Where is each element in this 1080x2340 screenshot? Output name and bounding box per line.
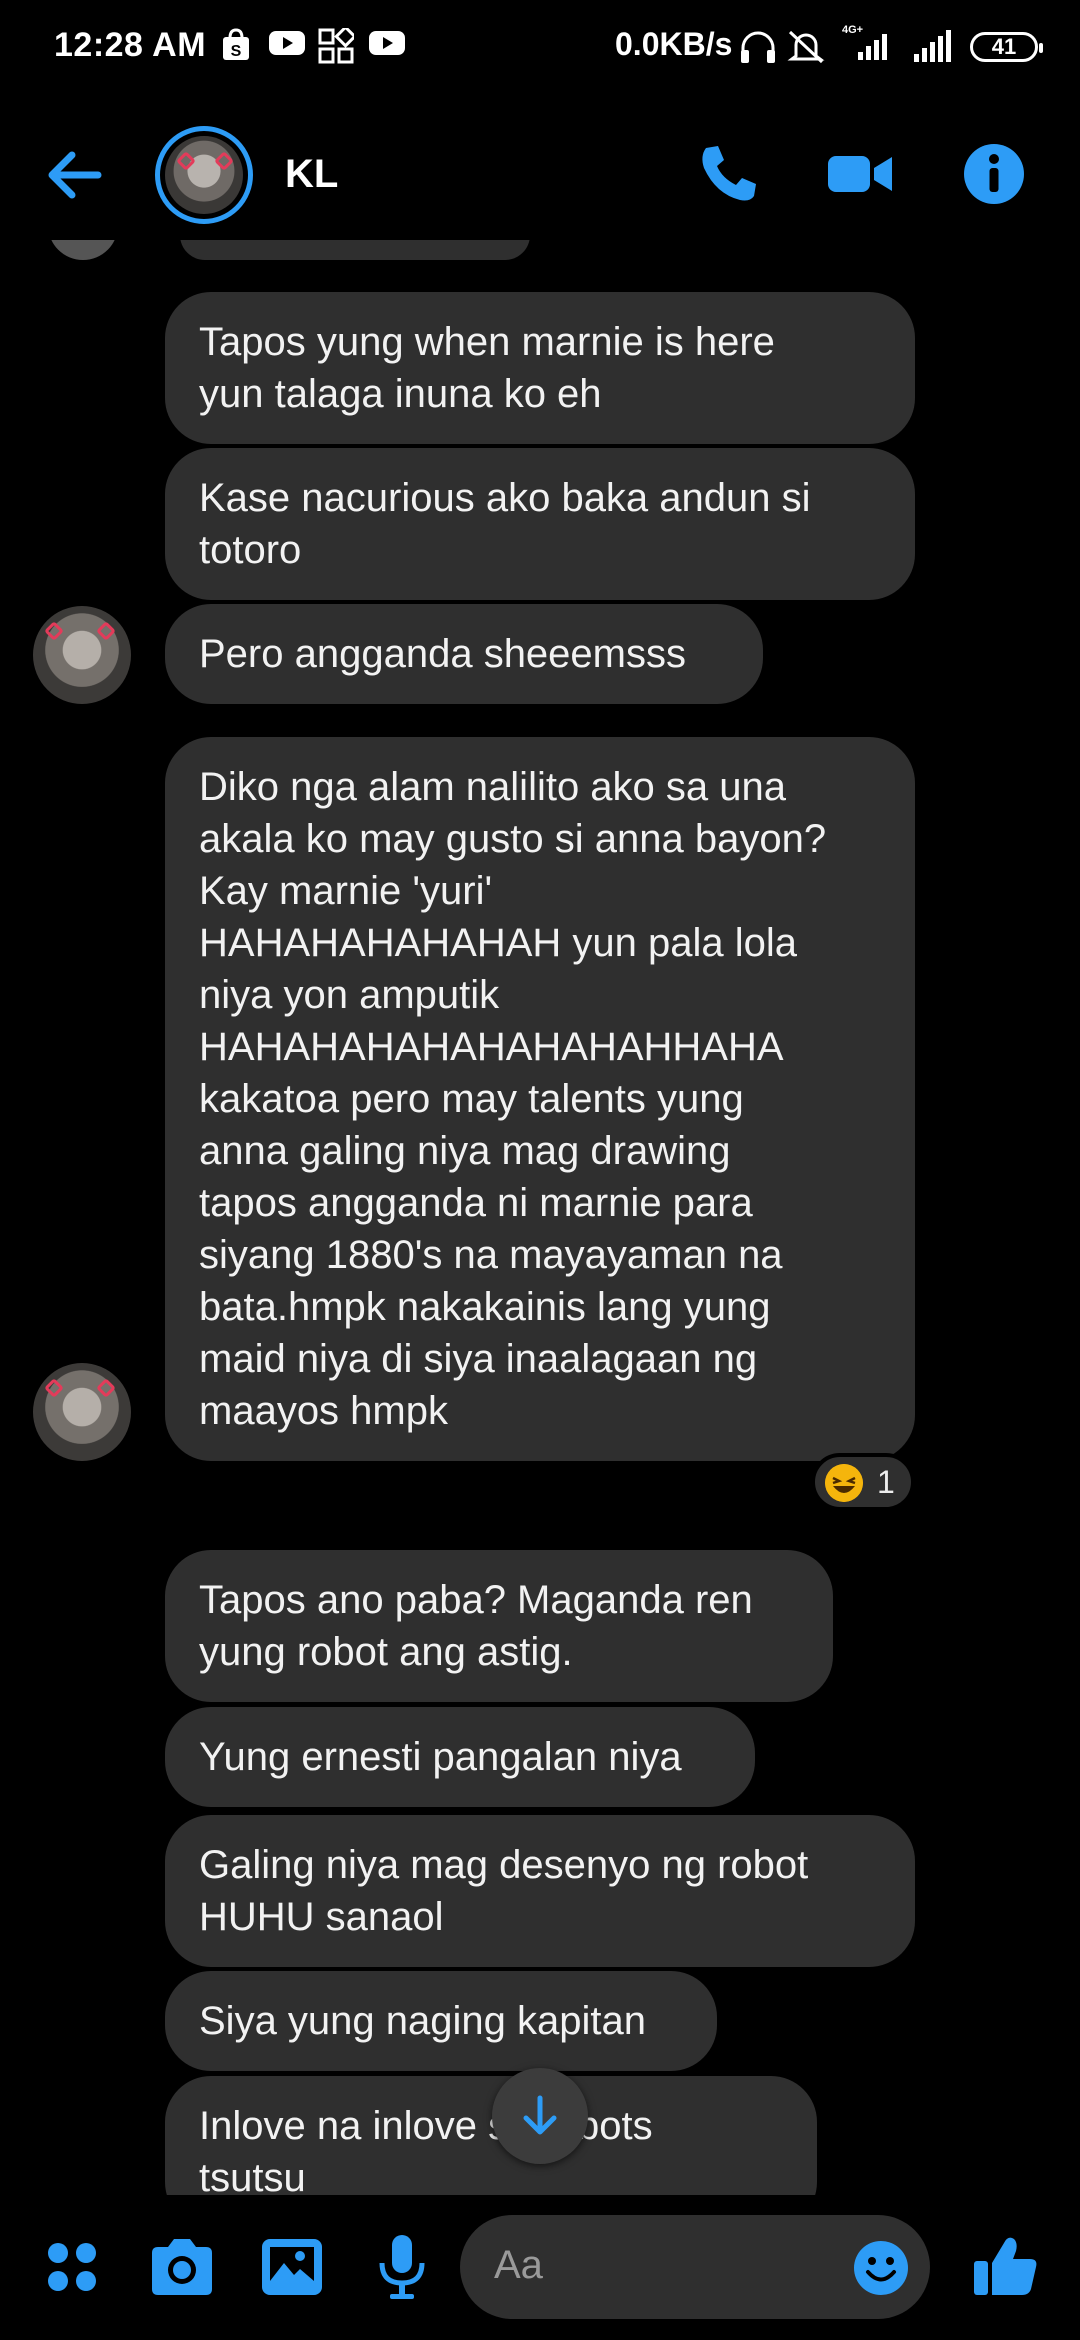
app-grid-icon	[318, 28, 354, 64]
network-speed: 0.0KB/s	[615, 26, 733, 62]
contact-avatar[interactable]	[155, 126, 253, 224]
avatar-photo	[165, 136, 243, 214]
message-bubble[interactable]: Pero angganda sheeemsss	[165, 604, 763, 704]
battery-icon: 41	[970, 32, 1043, 62]
gallery-icon[interactable]	[256, 2231, 328, 2303]
message-bubble[interactable]: Siya yung naging kapitan	[165, 1971, 717, 2071]
avatar	[48, 240, 118, 260]
microphone-icon[interactable]	[366, 2231, 438, 2303]
heart-ear-icon	[44, 621, 64, 641]
phone-icon[interactable]	[692, 138, 764, 210]
thumbs-up-icon[interactable]	[970, 2231, 1042, 2303]
signal-icon: 4G+	[842, 24, 887, 60]
youtube-icon	[369, 31, 405, 55]
message-bubble[interactable]: Diko nga alam nalilito ako sa una akala …	[165, 737, 915, 1461]
youtube-icon	[269, 31, 305, 55]
arrow-down-icon	[523, 2095, 557, 2135]
svg-text:S: S	[231, 43, 242, 60]
message-bubble[interactable]: Kase nacurious ako baka andun si totoro	[165, 448, 915, 600]
video-camera-icon[interactable]	[824, 138, 896, 210]
message-bubble[interactable]: Galing niya mag desenyo ng robot HUHU sa…	[165, 1815, 915, 1967]
heart-ear-icon	[176, 151, 196, 171]
message-list[interactable]: Tapos yung when marnie is here yun talag…	[0, 240, 1080, 2195]
status-bar: 12:28 AM S 0.0KB/s 4G+ 41	[0, 0, 1080, 100]
mute-icon	[787, 30, 825, 64]
sender-avatar	[33, 606, 131, 704]
scroll-to-bottom-button[interactable]	[492, 2068, 588, 2164]
message-bubble[interactable]: Tapos ano paba? Maganda ren yung robot a…	[165, 1550, 833, 1702]
sender-avatar	[33, 1363, 131, 1461]
message-bubble[interactable]: Tapos yung when marnie is here yun talag…	[165, 292, 915, 444]
menu-dots-icon[interactable]	[36, 2231, 108, 2303]
heart-ear-icon	[96, 1378, 116, 1398]
emoji-icon[interactable]	[852, 2239, 910, 2297]
shopee-icon: S	[223, 28, 249, 60]
info-icon[interactable]	[958, 138, 1030, 210]
message-bubble[interactable]	[180, 240, 530, 260]
message-input-placeholder: Aa	[494, 2243, 543, 2287]
message-bubble[interactable]: Yung ernesti pangalan niya	[165, 1707, 755, 1807]
composer-bar: Aa	[0, 2195, 1080, 2340]
network-type-label: 4G+	[842, 24, 863, 36]
heart-ear-icon	[96, 621, 116, 641]
signal-icon	[914, 30, 951, 62]
headphones-icon	[741, 31, 775, 63]
message-input[interactable]: Aa	[460, 2215, 930, 2319]
reaction-badge[interactable]: 1	[811, 1453, 915, 1511]
conversation-header: KL	[0, 110, 1080, 240]
camera-icon[interactable]	[146, 2231, 218, 2303]
heart-ear-icon	[44, 1378, 64, 1398]
laughing-face-emoji-icon	[825, 1464, 863, 1502]
heart-ear-icon	[214, 151, 234, 171]
reaction-count: 1	[877, 1464, 895, 1500]
back-arrow-icon[interactable]	[40, 140, 110, 210]
contact-name[interactable]: KL	[285, 152, 338, 197]
message-bubble[interactable]: Inlove na inlove sa robots tsutsu	[165, 2076, 817, 2195]
status-time: 12:28 AM	[54, 26, 207, 64]
